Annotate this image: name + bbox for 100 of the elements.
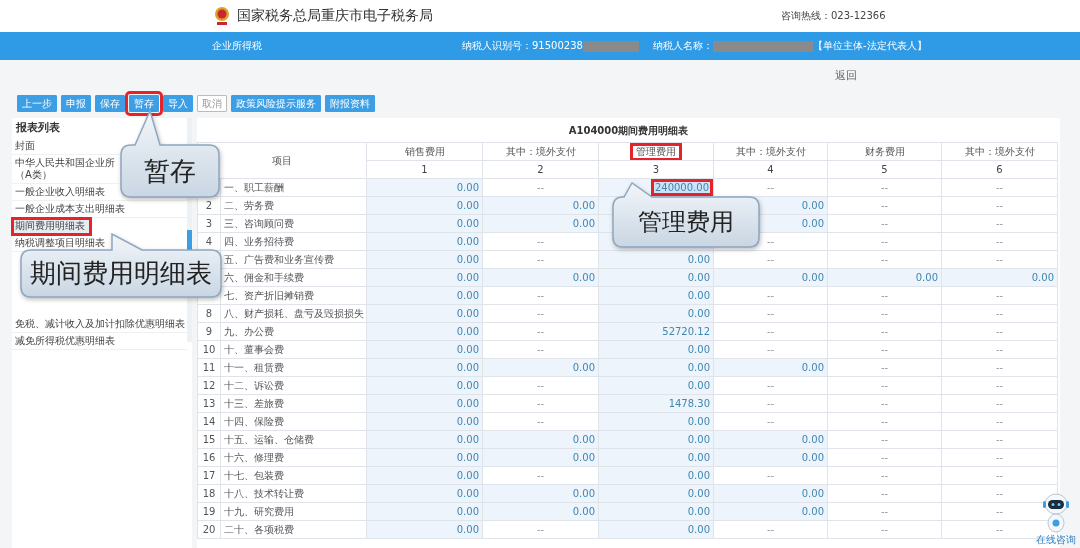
table-cell: -- bbox=[941, 232, 1058, 251]
table-cell: -- bbox=[482, 232, 599, 251]
toolbar-button[interactable]: 申报 bbox=[61, 95, 91, 112]
table-cell: -- bbox=[827, 322, 942, 341]
taxpayer-id: 纳税人识别号：91500238 bbox=[462, 39, 583, 53]
table-cell: -- bbox=[827, 286, 942, 305]
table-cell: -- bbox=[941, 376, 1058, 395]
table-cell: -- bbox=[482, 178, 599, 197]
table-cell: -- bbox=[827, 466, 942, 485]
toolbar-button[interactable]: 上一步 bbox=[17, 95, 57, 112]
column-header: 其中：境外支付 bbox=[504, 145, 577, 158]
table-cell: 十六、修理费 bbox=[220, 448, 367, 467]
column-number: 5 bbox=[827, 160, 942, 179]
table-cell: -- bbox=[482, 520, 599, 539]
table-cell: -- bbox=[713, 520, 828, 539]
table-title: A104000期间费用明细表 bbox=[567, 124, 690, 138]
table-cell: -- bbox=[713, 376, 828, 395]
table-cell: -- bbox=[941, 466, 1058, 485]
table-cell: 四、业务招待费 bbox=[220, 232, 367, 251]
redaction-bar bbox=[582, 40, 639, 52]
table-cell: -- bbox=[941, 250, 1058, 269]
sidebar-item[interactable]: 中华人民共和国企业所（A类） bbox=[12, 155, 119, 184]
callout-tooltip: 暂存 bbox=[120, 110, 220, 200]
table-cell: -- bbox=[482, 340, 599, 359]
table-cell: -- bbox=[827, 250, 942, 269]
table-cell: 十九、研究费用 bbox=[220, 502, 367, 521]
table-cell: -- bbox=[941, 340, 1058, 359]
robot-icon[interactable] bbox=[1042, 492, 1070, 534]
toolbar-button[interactable]: 政策风险提示服务 bbox=[231, 95, 321, 112]
toolbar-button[interactable]: 导入 bbox=[163, 95, 193, 112]
table-cell: -- bbox=[482, 304, 599, 323]
sidebar-item[interactable]: 期间费用明细表 bbox=[12, 218, 91, 235]
table-cell: -- bbox=[713, 250, 828, 269]
table-cell: -- bbox=[941, 304, 1058, 323]
table-cell: -- bbox=[827, 430, 942, 449]
table-cell: -- bbox=[827, 502, 942, 521]
toolbar-button[interactable]: 保存 bbox=[95, 95, 125, 112]
table-cell: -- bbox=[827, 304, 942, 323]
table-cell: 八、财产损耗、盘亏及毁损损失 bbox=[220, 304, 367, 323]
row-number: 12 bbox=[197, 376, 221, 395]
emblem-icon bbox=[213, 6, 231, 26]
table-cell: 十七、包装费 bbox=[220, 466, 367, 485]
table-cell: -- bbox=[941, 412, 1058, 431]
column-header: 管理费用 bbox=[633, 145, 679, 158]
table-cell: -- bbox=[941, 214, 1058, 233]
table-cell: 十二、诉讼费 bbox=[220, 376, 367, 395]
table-cell: -- bbox=[941, 430, 1058, 449]
sidebar-title: 报表列表 bbox=[15, 120, 61, 136]
row-number: 11 bbox=[197, 358, 221, 377]
back-link[interactable]: 返回 bbox=[835, 67, 857, 83]
table-cell: 十一、租赁费 bbox=[220, 358, 367, 377]
table-cell: -- bbox=[713, 412, 828, 431]
column-header: 其中：境外支付 bbox=[734, 145, 807, 158]
table-cell: 十三、差旅费 bbox=[220, 394, 367, 413]
column-header: 销售费用 bbox=[403, 145, 446, 158]
row-number: 9 bbox=[197, 322, 221, 341]
table-cell: -- bbox=[941, 394, 1058, 413]
hotline-text: 咨询热线：023-12366 bbox=[781, 9, 886, 23]
row-number: 3 bbox=[197, 214, 221, 233]
site-title: 国家税务总局重庆市电子税务局 bbox=[237, 7, 434, 25]
table-cell: -- bbox=[827, 376, 942, 395]
sidebar-item[interactable]: 减免所得税优惠明细表 bbox=[12, 333, 187, 350]
table-cell: -- bbox=[713, 466, 828, 485]
table-cell: -- bbox=[482, 322, 599, 341]
table-cell: -- bbox=[827, 178, 942, 197]
row-number: 15 bbox=[197, 430, 221, 449]
table-cell: -- bbox=[482, 286, 599, 305]
table-cell: -- bbox=[827, 448, 942, 467]
table-cell: -- bbox=[827, 412, 942, 431]
table-cell: 十五、运输、仓储费 bbox=[220, 430, 367, 449]
column-number: 1 bbox=[366, 160, 483, 179]
table-cell: 十四、保险费 bbox=[220, 412, 367, 431]
tax-type-label: 企业所得税 bbox=[212, 39, 263, 53]
table-cell: 一、职工薪酬 bbox=[220, 178, 367, 197]
sidebar-item[interactable]: 免税、减计收入及加计扣除优惠明细表 bbox=[12, 316, 187, 333]
row-number: 19 bbox=[197, 502, 221, 521]
table-cell: -- bbox=[482, 394, 599, 413]
table-cell: -- bbox=[713, 286, 828, 305]
table-cell: -- bbox=[827, 394, 942, 413]
table-cell: 九、办公费 bbox=[220, 322, 367, 341]
table-cell: -- bbox=[827, 232, 942, 251]
row-number: 16 bbox=[197, 448, 221, 467]
row-number: 17 bbox=[197, 466, 221, 485]
column-number: 2 bbox=[482, 160, 599, 179]
table-cell: -- bbox=[941, 358, 1058, 377]
column-number: 4 bbox=[713, 160, 828, 179]
table-cell: -- bbox=[827, 484, 942, 503]
row-number: 8 bbox=[197, 304, 221, 323]
table-cell: -- bbox=[482, 376, 599, 395]
table-cell: -- bbox=[941, 448, 1058, 467]
taxpayer-name-label: 纳税人名称： bbox=[652, 39, 713, 53]
row-number: 13 bbox=[197, 394, 221, 413]
toolbar-button[interactable]: 附报资料 bbox=[325, 95, 375, 112]
table-cell: -- bbox=[827, 358, 942, 377]
table-cell: 十八、技术转让费 bbox=[220, 484, 367, 503]
row-number: 18 bbox=[197, 484, 221, 503]
column-header: 财务费用 bbox=[863, 145, 906, 158]
table-cell: -- bbox=[827, 520, 942, 539]
column-header: 其中：境外支付 bbox=[963, 145, 1036, 158]
row-number: 20 bbox=[197, 520, 221, 539]
